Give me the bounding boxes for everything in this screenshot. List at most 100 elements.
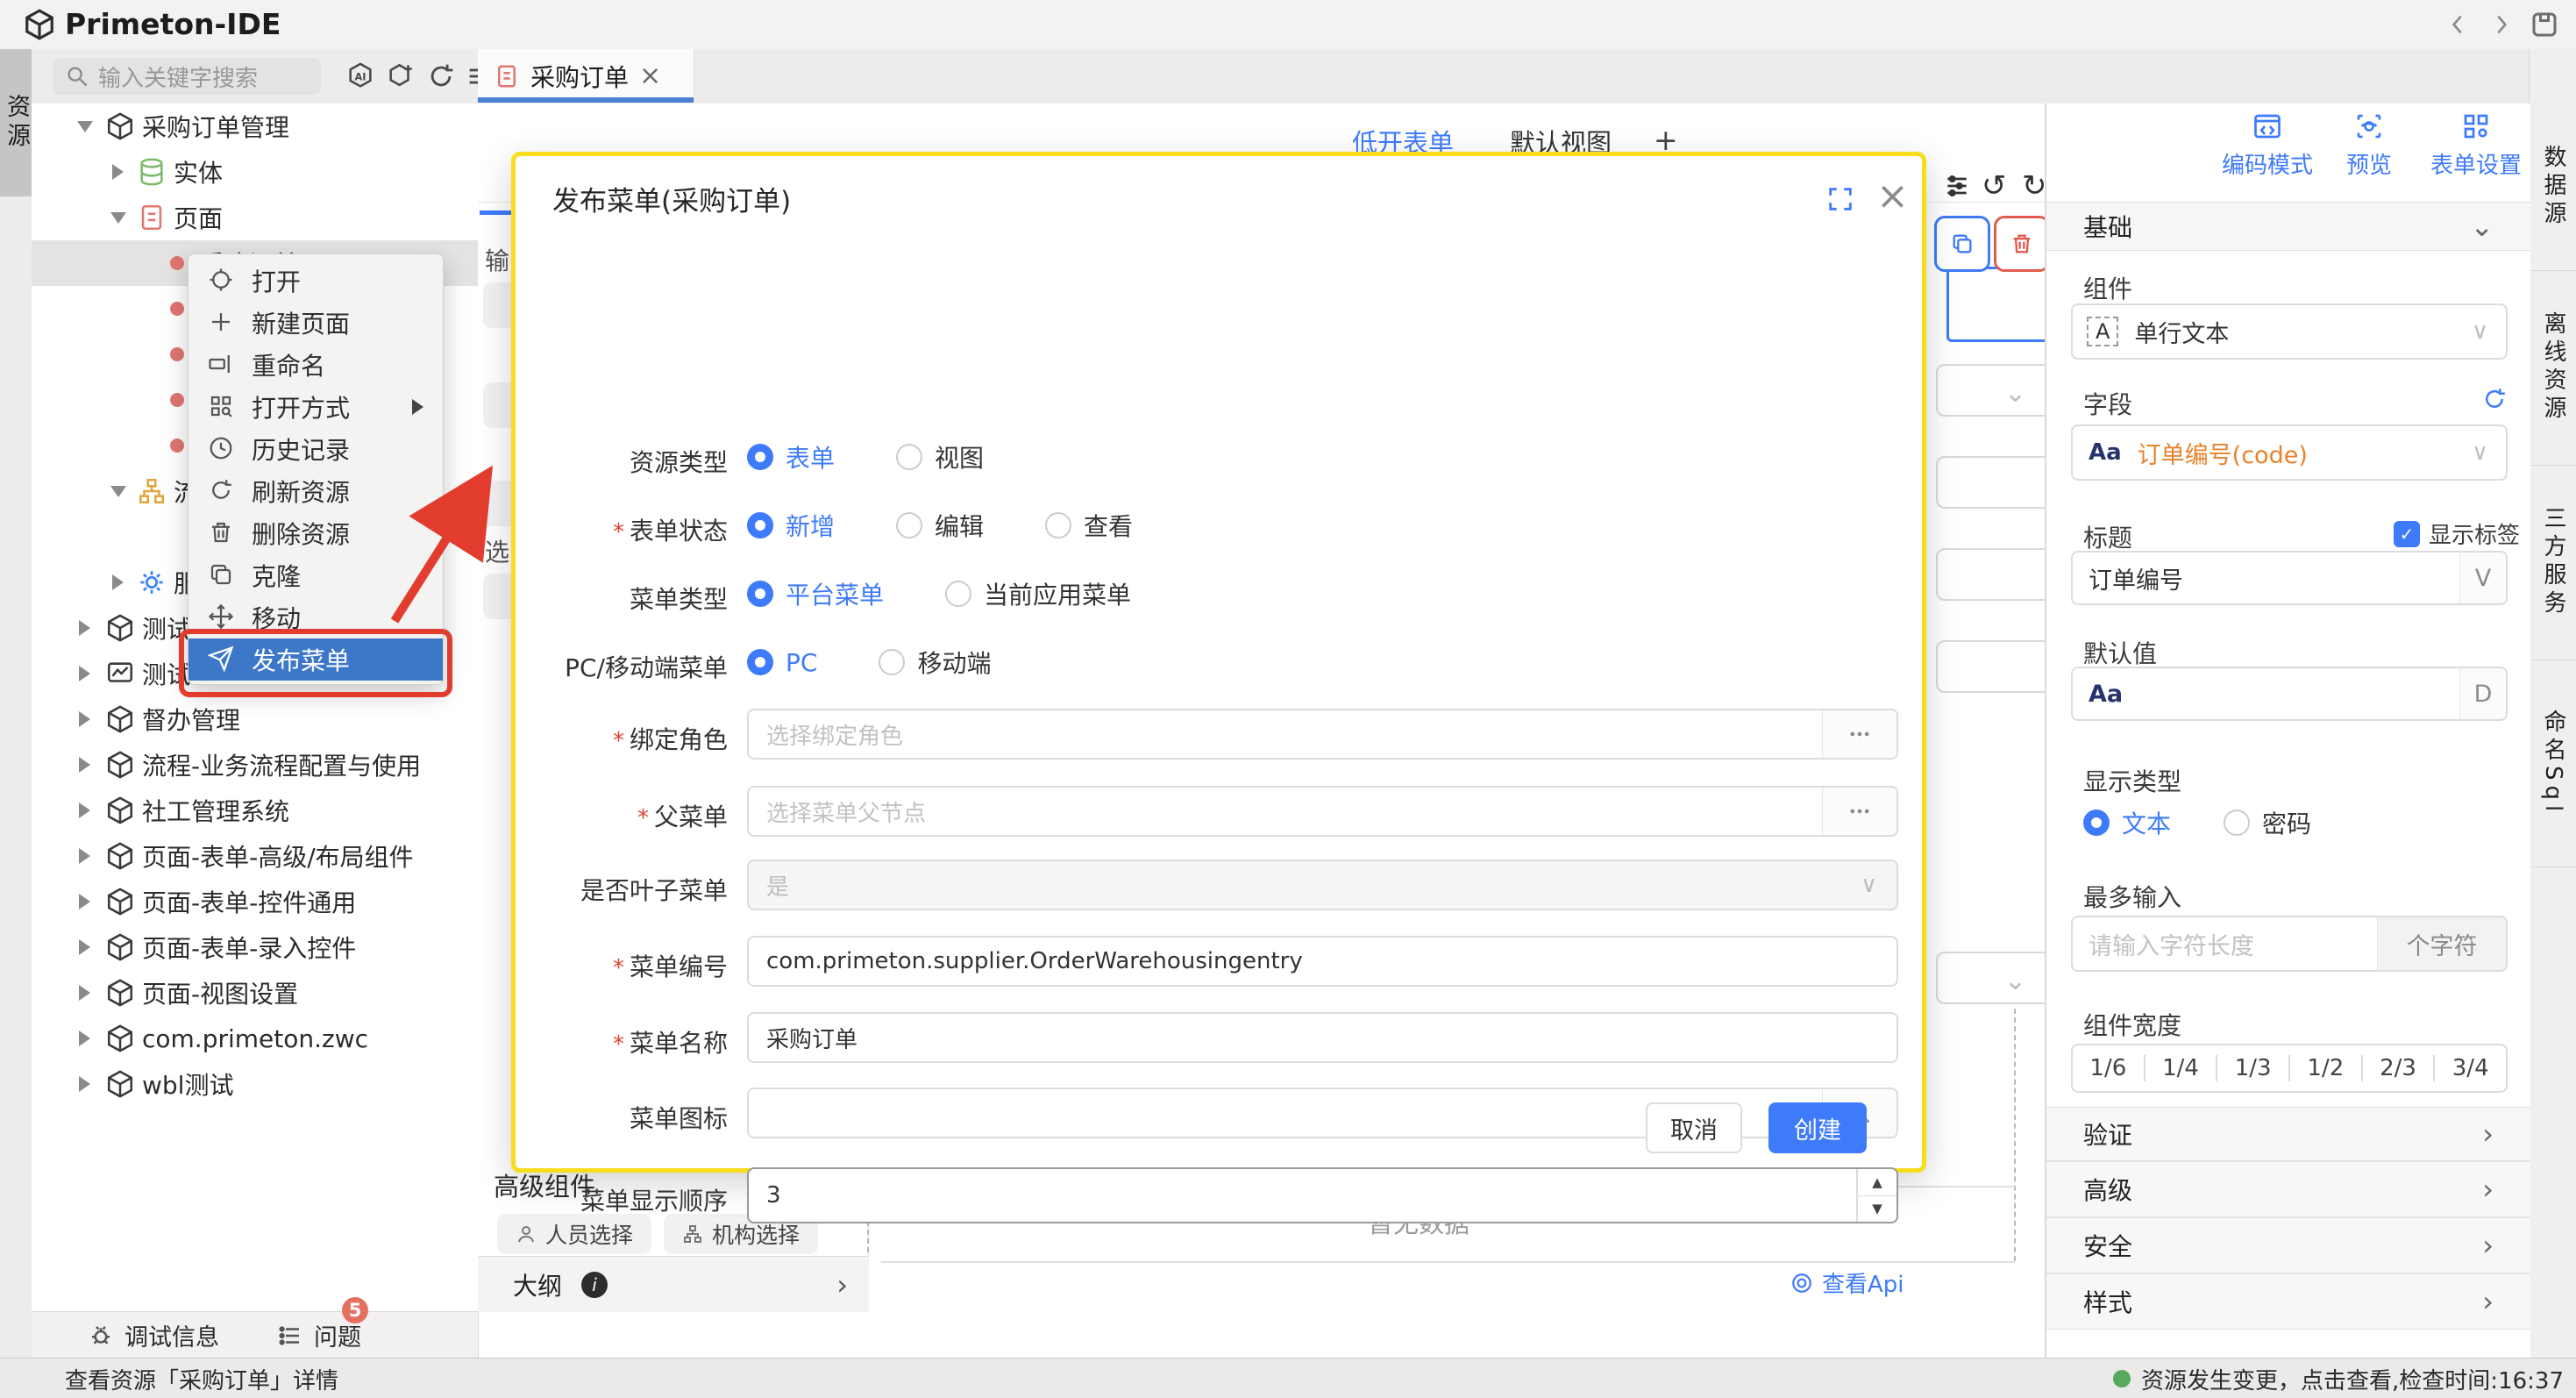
width-option[interactable]: 1/2 xyxy=(2290,1055,2363,1081)
rail-tab-resources[interactable]: 资源 xyxy=(0,49,32,196)
show-label-checkbox[interactable]: 显示标签 xyxy=(2394,517,2520,550)
tree-item[interactable]: 流程-业务流程配置与使用 xyxy=(32,742,478,788)
person-select-chip[interactable]: 人员选择 xyxy=(497,1214,651,1254)
delete-component-button[interactable] xyxy=(1994,216,2050,272)
bind-role-picker[interactable]: 选择绑定角色 xyxy=(747,709,1898,760)
copy-component-button[interactable] xyxy=(1934,216,1990,272)
tree-item[interactable]: 页面-表单-高级/布局组件 xyxy=(32,833,478,879)
canvas-field-input[interactable] xyxy=(1936,456,2059,509)
menu-item-open[interactable]: 打开 xyxy=(189,260,443,302)
menu-name-input[interactable]: 采购订单 xyxy=(747,1012,1898,1063)
dialog-close-icon[interactable] xyxy=(1876,174,1909,218)
radio-platform-menu[interactable]: 平台菜单 xyxy=(747,576,884,611)
code-mode-button[interactable]: 编码模式 xyxy=(2222,111,2313,180)
canvas-field-select[interactable] xyxy=(1936,364,2059,417)
section-security[interactable]: 安全 xyxy=(2046,1217,2530,1273)
menu-order-stepper[interactable]: 3 xyxy=(747,1167,1898,1223)
section-validation[interactable]: 验证 xyxy=(2046,1107,2530,1161)
default-suffix[interactable]: D xyxy=(2459,668,2506,719)
menu-item-open-with[interactable]: 打开方式 xyxy=(189,386,443,428)
redo-icon[interactable] xyxy=(2022,168,2047,203)
ai-assistant-icon[interactable]: AI xyxy=(345,61,375,91)
nav-back-icon[interactable] xyxy=(2444,11,2473,39)
rail-tab-third-party-services[interactable]: 三方服务 xyxy=(2530,465,2576,660)
width-option[interactable]: 3/4 xyxy=(2435,1055,2506,1081)
section-advanced[interactable]: 高级 xyxy=(2046,1161,2530,1217)
radio-new[interactable]: 新增 xyxy=(747,508,835,543)
fullscreen-icon[interactable] xyxy=(1825,184,1855,214)
tree-item[interactable]: com.primeton.zwc xyxy=(32,1016,478,1061)
stepper-up-icon[interactable] xyxy=(1858,1169,1896,1196)
tab-close-icon[interactable] xyxy=(639,61,661,91)
section-style[interactable]: 样式 xyxy=(2046,1273,2530,1330)
menu-item-new-page[interactable]: 新建页面 xyxy=(189,302,443,344)
radio-current-app-menu[interactable]: 当前应用菜单 xyxy=(945,576,1131,611)
selected-component-outline[interactable] xyxy=(1946,267,2057,342)
menu-code-input[interactable]: com.primeton.supplier.OrderWarehousingen… xyxy=(747,936,1898,987)
problems-button[interactable]: 问题 5 xyxy=(277,1318,361,1352)
nav-forward-icon[interactable] xyxy=(2487,11,2515,39)
width-option[interactable]: 2/3 xyxy=(2363,1055,2436,1081)
status-right-text[interactable]: 资源发生变更，点击查看,检查时间:16:37 xyxy=(2141,1363,2564,1395)
leaf-menu-select[interactable]: 是 xyxy=(747,859,1898,910)
radio-text[interactable]: 文本 xyxy=(2083,805,2171,840)
tree-item[interactable]: wbl测试 xyxy=(32,1061,478,1107)
field-select[interactable]: Aa 订单编号(code) xyxy=(2071,424,2508,481)
canvas-field-input[interactable] xyxy=(1936,548,2059,601)
status-left-text[interactable]: 查看资源「采购订单」详情 xyxy=(65,1363,338,1395)
radio-edit[interactable]: 编辑 xyxy=(896,508,984,543)
field-refresh-icon[interactable] xyxy=(2481,386,2508,412)
radio-pc[interactable]: PC xyxy=(747,648,817,677)
picker-ellipsis-button[interactable] xyxy=(1822,710,1896,758)
component-select[interactable]: A 单行文本 xyxy=(2071,303,2508,360)
refresh-icon[interactable] xyxy=(426,61,456,91)
preview-button[interactable]: 预览 xyxy=(2346,111,2392,180)
outline-bar[interactable]: 大纲 xyxy=(478,1256,869,1312)
tool-row: 输入关键字搜索 AI 采购订单 xyxy=(32,49,2576,104)
radio-form[interactable]: 表单 xyxy=(747,439,835,474)
radio-readonly[interactable]: 查看 xyxy=(1045,508,1133,543)
tree-item[interactable]: 页面-表单-录入控件 xyxy=(32,924,478,970)
tree-item[interactable]: 页面-视图设置 xyxy=(32,970,478,1016)
width-option[interactable]: 1/4 xyxy=(2145,1055,2218,1081)
new-module-icon[interactable] xyxy=(386,61,416,91)
section-basic[interactable]: 基础 xyxy=(2046,202,2530,251)
parent-menu-picker[interactable]: 选择菜单父节点 xyxy=(747,786,1898,837)
undo-icon[interactable] xyxy=(1982,168,2007,203)
title-suffix[interactable]: V xyxy=(2459,553,2506,603)
rail-tab-offline-resources[interactable]: 离线资源 xyxy=(2530,270,2576,466)
outline-options-icon[interactable] xyxy=(1943,172,1971,200)
max-input-field[interactable]: 请输入字符长度 个字符 xyxy=(2071,916,2508,972)
debug-info-button[interactable]: 调试信息 xyxy=(88,1318,219,1352)
width-option[interactable]: 1/6 xyxy=(2073,1055,2145,1081)
tree-item[interactable]: 实体 xyxy=(32,149,478,195)
rail-tab-named-sql[interactable]: 命名Sql xyxy=(2530,660,2576,867)
create-button[interactable]: 创建 xyxy=(1768,1102,1867,1153)
width-option[interactable]: 1/3 xyxy=(2217,1055,2290,1081)
tree-item[interactable]: 页面 xyxy=(32,195,478,240)
save-icon[interactable] xyxy=(2529,9,2560,40)
tab-purchase-order[interactable]: 采购订单 xyxy=(478,49,694,103)
menu-item-rename[interactable]: 重命名 xyxy=(189,344,443,386)
palette-section-input: 输 xyxy=(485,242,509,277)
tree-item[interactable]: 页面-表单-控件通用 xyxy=(32,879,478,924)
menu-name-label: *菜单名称 xyxy=(516,1024,728,1059)
tree-item[interactable]: 社工管理系统 xyxy=(32,788,478,833)
tree-item[interactable]: 督办管理 xyxy=(32,696,478,742)
view-api-link[interactable]: 查看Api xyxy=(1790,1266,1904,1299)
title-input[interactable]: 订单编号 V xyxy=(2071,551,2508,605)
picker-ellipsis-button[interactable] xyxy=(1822,788,1896,835)
search-input[interactable]: 输入关键字搜索 xyxy=(53,58,321,95)
canvas-field-input[interactable] xyxy=(1936,640,2059,693)
stepper-down-icon[interactable] xyxy=(1858,1196,1896,1223)
radio-view[interactable]: 视图 xyxy=(896,439,984,474)
form-settings-button[interactable]: 表单设置 xyxy=(2430,111,2522,180)
info-icon xyxy=(581,1272,608,1298)
radio-password[interactable]: 密码 xyxy=(2224,805,2311,840)
canvas-field-select[interactable] xyxy=(1936,952,2059,1004)
cancel-button[interactable]: 取消 xyxy=(1646,1102,1742,1153)
default-value-input[interactable]: Aa D xyxy=(2071,667,2508,721)
tree-item[interactable]: 采购订单管理 xyxy=(32,103,478,149)
radio-mobile[interactable]: 移动端 xyxy=(879,645,991,680)
rail-tab-datasource[interactable]: 数据源 xyxy=(2530,103,2576,271)
